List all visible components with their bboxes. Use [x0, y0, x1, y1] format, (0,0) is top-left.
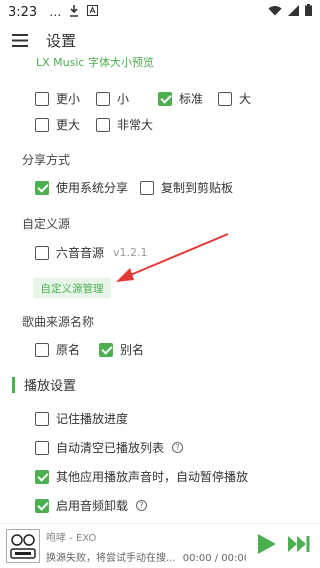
help-icon[interactable]: ?	[172, 442, 184, 453]
signal-icon	[288, 4, 299, 20]
battery-icon	[305, 4, 312, 20]
status-time: 3:23	[8, 4, 38, 20]
share-row: 使用系统分享 复制到剪贴板	[35, 179, 233, 196]
wifi-icon	[268, 5, 282, 20]
share-clipboard[interactable]: 复制到剪贴板	[140, 179, 233, 196]
checkbox[interactable]	[99, 342, 113, 357]
font-size-large[interactable]: 大	[218, 90, 251, 107]
checkbox[interactable]	[35, 245, 49, 260]
player-status: 换源失败，将尝试手动在搜...	[46, 552, 176, 564]
section-playback: 播放设置	[12, 375, 76, 394]
checkbox[interactable]	[218, 91, 232, 106]
font-size-huge[interactable]: 非常大	[96, 116, 153, 133]
section-share: 分享方式	[22, 153, 71, 167]
playback-auto-clear[interactable]: 自动清空已播放列表	[35, 439, 164, 456]
a-icon	[87, 5, 99, 19]
checkbox[interactable]	[140, 180, 154, 195]
font-size-standard[interactable]: 标准	[158, 90, 218, 107]
status-bar: 3:23 …	[0, 0, 320, 24]
menu-icon[interactable]	[0, 24, 40, 56]
share-system[interactable]: 使用系统分享	[35, 179, 140, 196]
notification-more-icon: …	[49, 5, 62, 19]
custom-source-option[interactable]: 六音音源 v1.2.1	[35, 244, 148, 261]
help-icon[interactable]: ?	[136, 500, 148, 511]
play-icon[interactable]	[258, 534, 276, 558]
checkbox[interactable]	[35, 180, 49, 195]
checkbox[interactable]	[35, 411, 49, 426]
custom-source-manage-button[interactable]: 自定义源管理	[33, 278, 111, 298]
checkbox[interactable]	[96, 91, 110, 106]
source-name-alias[interactable]: 别名	[99, 341, 144, 358]
font-size-row-2: 更大 非常大	[35, 116, 153, 133]
player-time: 00:00 / 00:00	[182, 552, 246, 564]
font-size-smaller[interactable]: 更小	[35, 90, 96, 107]
section-accent-bar	[12, 376, 15, 393]
source-name-row: 原名 别名	[35, 341, 144, 358]
playback-remember-progress[interactable]: 记住播放进度	[35, 410, 128, 427]
checkbox[interactable]	[96, 117, 110, 132]
checkbox[interactable]	[35, 469, 49, 484]
font-size-preview: LX Music 字体大小预览	[36, 56, 154, 69]
checkbox[interactable]	[35, 440, 49, 455]
checkbox[interactable]	[35, 117, 49, 132]
playback-auto-pause[interactable]: 其他应用播放声音时，自动暂停播放	[35, 468, 248, 485]
mini-player: 咆哮 - EXO 换源失败，将尝试手动在搜... 00:00 / 00:00	[0, 523, 320, 568]
source-version: v1.2.1	[113, 246, 148, 259]
font-size-row-1: 更小 小 标准 大	[35, 90, 251, 107]
custom-source-row: 六音音源 v1.2.1	[35, 244, 148, 261]
checkbox[interactable]	[35, 91, 49, 106]
font-size-small[interactable]: 小	[96, 90, 158, 107]
checkbox[interactable]	[35, 498, 49, 513]
app-bar: 设置	[0, 24, 320, 56]
song-title: 咆哮 - EXO	[46, 532, 97, 544]
source-name-original[interactable]: 原名	[35, 341, 99, 358]
next-icon[interactable]	[288, 536, 310, 556]
section-custom-source: 自定义源	[22, 217, 71, 231]
font-size-larger[interactable]: 更大	[35, 116, 96, 133]
section-source-name: 歌曲来源名称	[22, 315, 95, 329]
album-cover[interactable]	[6, 529, 40, 563]
checkbox[interactable]	[35, 342, 49, 357]
download-icon	[69, 4, 79, 20]
page-title: 设置	[46, 31, 77, 50]
playback-audio-offload[interactable]: 启用音频卸载	[35, 497, 128, 514]
checkbox[interactable]	[158, 91, 172, 106]
